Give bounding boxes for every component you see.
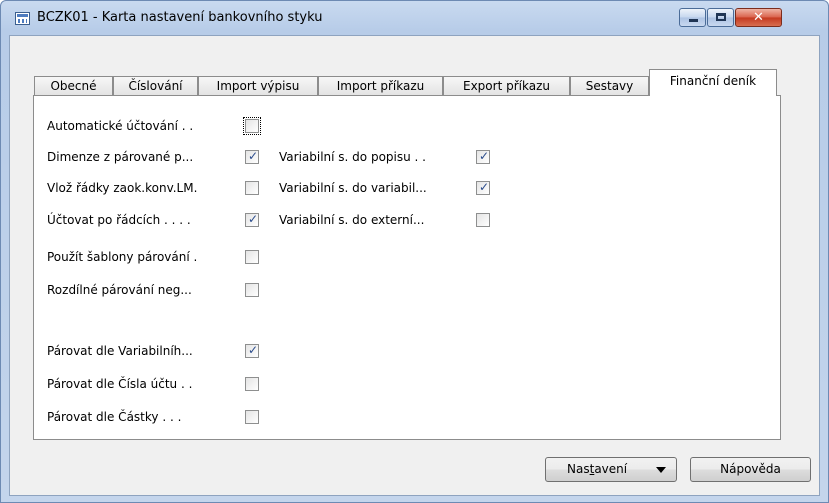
field-label: Použít šablony párování . [47,250,198,264]
close-icon: ✕ [753,10,764,25]
auto-posting-checkbox[interactable] [243,117,261,135]
settings-label-post: avení [594,462,628,476]
tab-label: Import výpisu [216,79,300,93]
field-label: Rozdílné párování neg... [47,283,192,297]
field-label: Vlož řádky zaok.konv.LM. [47,181,198,195]
checkmark-icon: ✓ [248,212,259,226]
tab-label: Číslování [128,79,183,93]
tab-sestavy[interactable]: Sestavy [570,76,649,95]
minimize-icon [689,19,698,22]
help-button[interactable]: Nápověda [690,457,811,482]
match-by-variable-symbol-checkbox[interactable]: ✓ [245,343,259,358]
maximize-button[interactable] [707,8,734,27]
tab-import-prikazu[interactable]: Import příkazu [318,76,443,95]
checkmark-icon: ✓ [248,343,259,357]
tab-label: Sestavy [585,79,634,93]
use-matching-templates-checkbox[interactable] [245,250,259,264]
tab-label: Finanční deník [669,74,757,88]
dimension-from-matched-checkbox[interactable]: ✓ [245,149,259,164]
field-label: Variabilní s. do popisu . . [279,150,426,164]
settings-label-pre: Nas [567,462,590,476]
different-matching-checkbox[interactable] [245,283,259,297]
field-label: Variabilní s. do externí... [279,213,425,227]
field-label: Párovat dle Variabilníh... [47,344,193,358]
vs-to-description-checkbox[interactable]: ✓ [476,149,490,164]
field-label: Dimenze z párované p... [47,150,194,164]
tab-label: Import příkazu [336,79,425,93]
field-label: Párovat dle Částky . . . [47,410,182,424]
form-icon [15,12,30,25]
field-label: Automatické účtování . . [47,119,194,133]
field-label: Účtovat po řádcích . . . . [47,213,191,227]
title-bar[interactable]: BCZK01 - Karta nastavení bankovního styk… [1,1,828,35]
settings-button[interactable]: Nastavení [545,457,677,482]
vs-to-external-checkbox[interactable] [476,213,490,227]
tab-import-vypisu[interactable]: Import výpisu [198,76,318,95]
checkmark-icon: ✓ [479,180,490,194]
post-by-lines-checkbox[interactable]: ✓ [245,212,259,227]
match-by-amount-checkbox[interactable] [245,410,259,424]
field-label: Párovat dle Čísla účtu . . [47,377,193,391]
tab-cislovani[interactable]: Číslování [113,76,198,95]
window-title: BCZK01 - Karta nastavení bankovního styk… [37,10,323,25]
insert-rounding-lines-checkbox[interactable] [245,181,259,195]
minimize-button[interactable] [679,8,706,27]
dropdown-caret-icon [656,467,666,473]
match-by-account-number-checkbox[interactable] [245,377,259,391]
vs-to-variable-checkbox[interactable]: ✓ [476,180,490,195]
tab-financni-denik[interactable]: Finanční deník [649,69,777,96]
checkmark-icon: ✓ [479,149,490,163]
field-label: Variabilní s. do variabil... [279,181,427,195]
tab-obecne[interactable]: Obecné [34,76,113,95]
tab-export-prikazu[interactable]: Export příkazu [443,76,570,95]
maximize-icon [716,13,726,21]
tab-label: Export příkazu [463,79,550,93]
checkmark-icon: ✓ [248,149,259,163]
close-button[interactable]: ✕ [735,8,782,27]
tab-label: Obecné [50,79,97,93]
